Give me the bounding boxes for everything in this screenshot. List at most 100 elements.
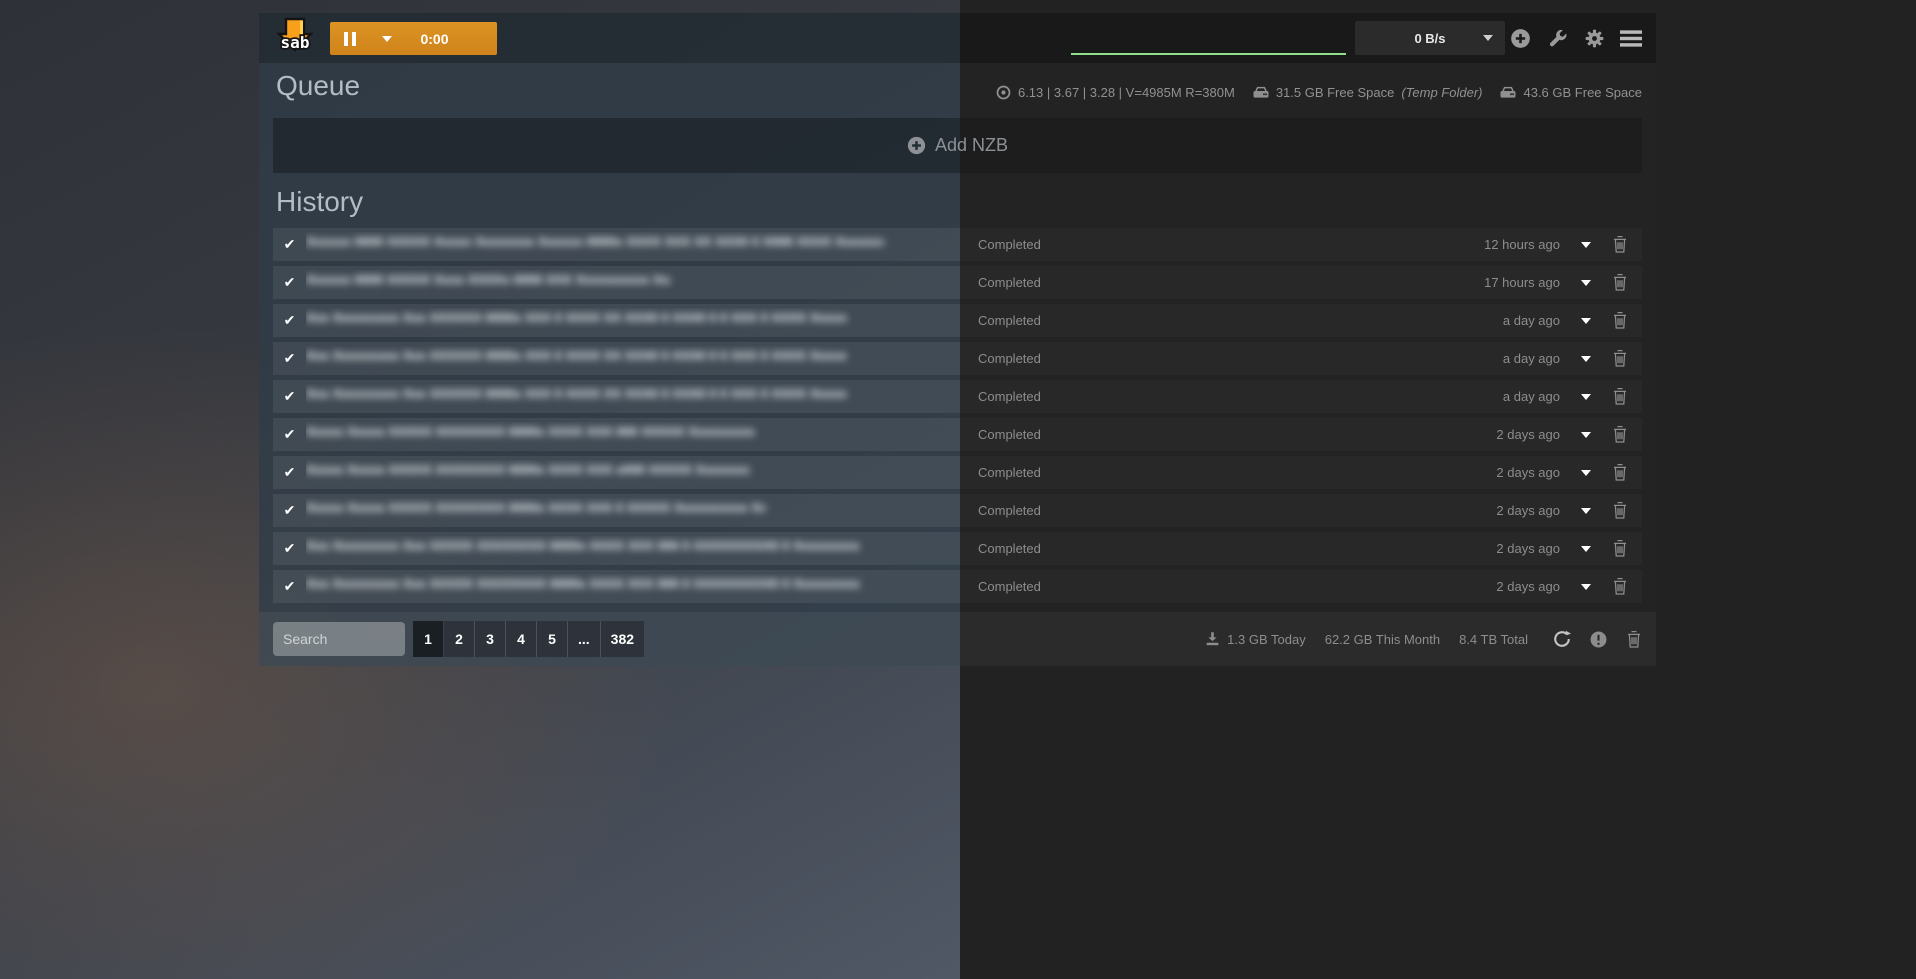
row-actions-dropdown[interactable]	[1560, 470, 1612, 476]
history-item-link[interactable]: Xxx Xxxxxxxxx Xxx XXXXXX 0000x XXX 0 XXX…	[306, 308, 978, 333]
add-nzb-dropzone[interactable]: Add NZB	[273, 118, 1642, 173]
history-item-time: 2 days ago	[1398, 427, 1560, 442]
page-button-1[interactable]: 1	[413, 621, 444, 657]
history-item-time: 17 hours ago	[1398, 275, 1560, 290]
history-item-link[interactable]: Xxxxx Xxxxx XXXXX XXXXXXXX 0000x XXXX XX…	[306, 422, 978, 447]
total-text: 8.4 TB Total	[1459, 632, 1528, 647]
row-actions-dropdown[interactable]	[1560, 432, 1612, 438]
chevron-down-icon	[1581, 508, 1591, 514]
check-icon: ✔	[273, 236, 306, 253]
history-item-link[interactable]: Xxxxxx 0000 XXXXX Xxxxx Xxxxxxxx Xxxxxx …	[306, 232, 978, 257]
history-item-name: Xxxxx Xxxxx XXXXX XXXXXXXX 0000x XXXX XX…	[306, 422, 755, 442]
pause-button[interactable]: 0:00	[330, 22, 497, 55]
history-item-link[interactable]: Xxx Xxxxxxxxx Xxx XXXXX XXXXXXXX 0000x X…	[306, 536, 978, 561]
row-delete-button[interactable]	[1612, 387, 1642, 406]
history-item-name: Xxx Xxxxxxxxx Xxx XXXXXX 0000x XXX 0 XXX…	[306, 346, 846, 366]
history-item-link[interactable]: Xxxxx Xxxxx XXXXX XXXXXXXX 0000x XXXX XX…	[306, 498, 978, 523]
plus-circle-icon	[907, 136, 926, 155]
check-icon: ✔	[273, 388, 306, 405]
server-stats-text: 6.13 | 3.67 | 3.28 | V=4985M R=380M	[1018, 85, 1235, 100]
info-icon[interactable]	[1590, 631, 1607, 648]
row-delete-button[interactable]	[1612, 311, 1642, 330]
chevron-down-icon	[1581, 584, 1591, 590]
history-item-name: Xxxxx Xxxxx XXXXX XXXXXXXX 0000x XXXX XX…	[306, 498, 765, 518]
history-item-name: Xxxxxx 0000 XXXXX Xxxxx Xxxxxxxx Xxxxxx …	[306, 232, 884, 252]
history-item-status: Completed	[978, 313, 1398, 328]
trash-icon	[1612, 387, 1628, 406]
row-actions-dropdown[interactable]	[1560, 356, 1612, 362]
history-item-status: Completed	[978, 237, 1398, 252]
history-item-link[interactable]: Xxx Xxxxxxxxx Xxx XXXXXX 0000x XXX 0 XXX…	[306, 346, 978, 371]
page-button-382[interactable]: 382	[601, 621, 644, 657]
server-stats: 6.13 | 3.67 | 3.28 | V=4985M R=380M	[996, 85, 1235, 100]
chevron-down-icon	[1581, 470, 1591, 476]
page-button-3[interactable]: 3	[475, 621, 506, 657]
history-item-status: Completed	[978, 389, 1398, 404]
row-actions-dropdown[interactable]	[1560, 394, 1612, 400]
row-delete-button[interactable]	[1612, 425, 1642, 444]
history-row: ✔ Xxx Xxxxxxxxx Xxx XXXXXX 0000x XXX 0 X…	[273, 342, 1642, 375]
row-delete-button[interactable]	[1612, 273, 1642, 292]
chevron-down-icon	[1581, 432, 1591, 438]
sab-logo[interactable]: sab	[275, 17, 315, 60]
add-nzb-icon[interactable]	[1509, 27, 1531, 49]
row-actions-dropdown[interactable]	[1560, 318, 1612, 324]
today-text: 1.3 GB Today	[1227, 632, 1306, 647]
page-button-...[interactable]: ...	[568, 621, 601, 657]
hdd-icon	[1253, 86, 1269, 99]
trash-icon	[1612, 235, 1628, 254]
hdd-icon	[1500, 86, 1516, 99]
wrench-icon[interactable]	[1546, 27, 1568, 49]
month-text: 62.2 GB This Month	[1325, 632, 1440, 647]
check-icon: ✔	[273, 540, 306, 557]
row-delete-button[interactable]	[1612, 349, 1642, 368]
check-icon: ✔	[273, 350, 306, 367]
downloaded-month: 62.2 GB This Month	[1325, 632, 1440, 647]
row-delete-button[interactable]	[1612, 235, 1642, 254]
refresh-icon[interactable]	[1553, 630, 1571, 648]
history-item-link[interactable]: Xxxxx Xxxxx XXXXX XXXXXXXX 0000x XXXX XX…	[306, 460, 978, 485]
row-actions-dropdown[interactable]	[1560, 508, 1612, 514]
row-actions-dropdown[interactable]	[1560, 546, 1612, 552]
history-row: ✔ Xxx Xxxxxxxxx Xxx XXXXXX 0000x XXX 0 X…	[273, 380, 1642, 413]
history-rows: ✔ Xxxxxx 0000 XXXXX Xxxxx Xxxxxxxx Xxxxx…	[273, 228, 1642, 608]
row-delete-button[interactable]	[1612, 577, 1642, 596]
chevron-down-icon	[1483, 35, 1493, 41]
history-row: ✔ Xxx Xxxxxxxxx Xxx XXXXX XXXXXXXX 0000x…	[273, 532, 1642, 565]
history-item-link[interactable]: Xxxxxx 0000 XXXXX Xxxx XXXXx 0000 XXX Xx…	[306, 270, 978, 295]
page-button-4[interactable]: 4	[506, 621, 537, 657]
history-item-link[interactable]: Xxx Xxxxxxxxx Xxx XXXXX XXXXXXXX 0000x X…	[306, 574, 978, 599]
menu-icon[interactable]	[1620, 27, 1642, 49]
disk-space: 43.6 GB Free Space	[1500, 85, 1642, 100]
history-row: ✔ Xxxxxx 0000 XXXXX Xxxxx Xxxxxxxx Xxxxx…	[273, 228, 1642, 261]
row-delete-button[interactable]	[1612, 501, 1642, 520]
pagination: 12345...382	[413, 621, 644, 657]
chevron-down-icon	[1581, 318, 1591, 324]
history-item-status: Completed	[978, 465, 1398, 480]
chevron-down-icon	[1581, 242, 1591, 248]
row-delete-button[interactable]	[1612, 539, 1642, 558]
header-bar: sab 0:00 0 B/s	[259, 13, 1656, 63]
status-line: 6.13 | 3.67 | 3.28 | V=4985M R=380M 31.5…	[996, 85, 1642, 100]
row-actions-dropdown[interactable]	[1560, 242, 1612, 248]
row-delete-button[interactable]	[1612, 463, 1642, 482]
history-item-name: Xxxxx Xxxxx XXXXX XXXXXXXX 0000x XXXX XX…	[306, 460, 750, 480]
history-row: ✔ Xxxxx Xxxxx XXXXX XXXXXXXX 0000x XXXX …	[273, 494, 1642, 527]
history-heading: History	[276, 186, 363, 218]
row-actions-dropdown[interactable]	[1560, 584, 1612, 590]
download-icon	[1205, 631, 1220, 647]
row-actions-dropdown[interactable]	[1560, 280, 1612, 286]
speed-button[interactable]: 0 B/s	[1355, 21, 1505, 55]
history-item-link[interactable]: Xxx Xxxxxxxxx Xxx XXXXXX 0000x XXX 0 XXX…	[306, 384, 978, 409]
gear-icon[interactable]	[1583, 27, 1605, 49]
history-item-status: Completed	[978, 427, 1398, 442]
search-box[interactable]	[273, 622, 405, 656]
nzb-url-input[interactable]	[1071, 29, 1346, 55]
page-button-5[interactable]: 5	[537, 621, 568, 657]
purge-history-button[interactable]	[1626, 630, 1642, 649]
page-button-2[interactable]: 2	[444, 621, 475, 657]
history-row: ✔ Xxxxx Xxxxx XXXXX XXXXXXXX 0000x XXXX …	[273, 456, 1642, 489]
trash-icon	[1612, 501, 1628, 520]
header-icons	[1509, 13, 1642, 63]
trash-icon	[1612, 311, 1628, 330]
